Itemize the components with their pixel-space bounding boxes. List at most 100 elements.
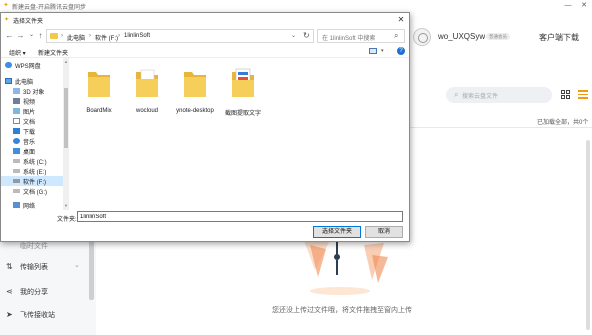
scroll-up-icon[interactable]: ▲ bbox=[63, 59, 69, 64]
folder-name: 截图提取文字 bbox=[224, 111, 261, 117]
avatar[interactable] bbox=[413, 28, 431, 46]
address-bar[interactable]: › 此电脑 › 软件 (F:) › 1linlinSoft ⌄ ↻ bbox=[46, 29, 314, 43]
chevron-down-icon[interactable]: ▾ bbox=[381, 48, 384, 54]
client-download-link[interactable]: 客户端下载 bbox=[539, 32, 579, 43]
transfer-icon: ⇅ bbox=[6, 262, 13, 271]
chevron-down-icon[interactable]: ⌄ bbox=[74, 261, 80, 269]
tree-item-desktop[interactable]: 桌面 bbox=[13, 146, 63, 156]
help-icon[interactable]: ? bbox=[397, 47, 405, 55]
forward-arrow-icon[interactable]: → bbox=[16, 31, 25, 40]
folder-item-screenshot-ocr[interactable]: 截图提取文字 bbox=[217, 64, 269, 124]
navigation-pane-scrollbar[interactable]: ▲ ▼ bbox=[63, 58, 69, 210]
folder-icon bbox=[136, 69, 158, 97]
up-arrow-icon[interactable]: ↑ bbox=[36, 31, 45, 40]
folder-item-ynote-desktop[interactable]: ynote-desktop bbox=[169, 64, 221, 124]
dialog-titlebar[interactable]: ✦ 选择文件夹 ✕ bbox=[1, 13, 409, 27]
scroll-thumb[interactable] bbox=[64, 88, 68, 148]
recent-locations-icon[interactable]: ⌄ bbox=[27, 31, 36, 40]
share-icon: ⋖ bbox=[6, 287, 13, 296]
folder-icon bbox=[50, 33, 58, 39]
search-input[interactable]: ⌕ 搜索云盘文件 bbox=[446, 87, 552, 103]
search-placeholder: 在 1linlinSoft 中搜索 bbox=[322, 36, 376, 42]
app-titlebar: ✦ 新建云盘-开启腾讯云盘同步 — ✕ bbox=[0, 0, 592, 12]
video-icon bbox=[13, 98, 20, 104]
sidebar-item-label: 传输列表 bbox=[20, 264, 48, 271]
search-icon: ⌕ bbox=[394, 31, 399, 40]
dialog-close-button[interactable]: ✕ bbox=[394, 14, 408, 26]
member-badge: 普通会员 bbox=[486, 33, 510, 40]
list-view-icon[interactable] bbox=[578, 90, 588, 99]
refresh-icon[interactable]: ↻ bbox=[303, 31, 310, 40]
desktop-icon bbox=[13, 148, 20, 154]
tree-item-video[interactable]: 视频 bbox=[13, 96, 63, 106]
tree-item-drive-c[interactable]: 系统 (C:) bbox=[13, 156, 63, 166]
command-bar: 组织 ▾ 新建文件夹 ▾ ? bbox=[1, 45, 409, 58]
grid-view-icon[interactable] bbox=[561, 90, 570, 99]
document-icon bbox=[13, 118, 20, 124]
tree-item-downloads[interactable]: 下载 bbox=[13, 126, 63, 136]
tree-item-this-pc[interactable]: 此电脑 bbox=[5, 76, 63, 86]
folder-icon bbox=[184, 72, 206, 97]
app-logo-icon: ✦ bbox=[3, 2, 9, 9]
organize-button[interactable]: 组织 ▾ bbox=[9, 48, 26, 57]
network-icon bbox=[13, 202, 20, 208]
back-arrow-icon[interactable]: ← bbox=[5, 31, 14, 40]
tree-item-network[interactable]: 网络 bbox=[13, 200, 63, 210]
folder-item-boardmix[interactable]: BoardMix bbox=[73, 64, 125, 124]
empty-hint: 您还没上传过文件哦，将文件拖拽至窗内上传 bbox=[272, 307, 412, 314]
folder-icon bbox=[232, 68, 254, 97]
loaded-status: 已加载全部，共0个 bbox=[537, 120, 589, 126]
folder-name-row: 文件夹: bbox=[1, 210, 409, 224]
app-logo-icon: ✦ bbox=[4, 17, 10, 23]
main-scrollbar[interactable] bbox=[586, 140, 590, 330]
folder-name: wocloud bbox=[135, 108, 158, 114]
navigation-pane: WPS网盘 此电脑 3D 对象 视频 图片 文档 下载 音乐 桌面 系统 (C:… bbox=[1, 58, 69, 210]
chevron-down-icon[interactable]: ⌄ bbox=[291, 32, 296, 39]
dialog-search-input[interactable]: 在 1linlinSoft 中搜索 ⌕ bbox=[317, 29, 405, 43]
music-icon bbox=[13, 138, 20, 144]
username[interactable]: wo_UXQSyw bbox=[438, 32, 485, 41]
breadcrumb-item[interactable]: 1linlinSoft bbox=[124, 33, 150, 39]
tree-item-pictures[interactable]: 图片 bbox=[13, 106, 63, 116]
tree-item-documents[interactable]: 文档 bbox=[13, 116, 63, 126]
breadcrumb-item[interactable]: 此电脑 bbox=[67, 33, 85, 42]
sidebar-item-label: 飞传接收站 bbox=[20, 312, 55, 319]
search-icon: ⌕ bbox=[454, 90, 459, 99]
tree-item-wps-cloud[interactable]: WPS网盘 bbox=[5, 60, 63, 70]
computer-icon bbox=[5, 78, 12, 84]
sidebar-scrollbar[interactable] bbox=[89, 240, 94, 300]
3d-icon bbox=[13, 88, 20, 94]
folder-item-wocloud[interactable]: wocloud bbox=[121, 64, 173, 124]
view-mode-icon[interactable] bbox=[369, 48, 377, 54]
breadcrumb-item[interactable]: 软件 (F:) bbox=[95, 33, 118, 42]
folder-name: ynote-desktop bbox=[176, 108, 214, 114]
tree-item-drive-f[interactable]: 软件 (F:) bbox=[1, 176, 63, 186]
receive-icon: ➤ bbox=[6, 310, 13, 319]
drive-icon bbox=[13, 169, 20, 173]
picture-icon bbox=[13, 108, 20, 114]
minimize-button[interactable]: — bbox=[560, 0, 576, 12]
select-folder-dialog: ✦ 选择文件夹 ✕ ← → ⌄ ↑ › 此电脑 › 软件 (F:) › 1lin… bbox=[0, 12, 410, 242]
dialog-title: 选择文件夹 bbox=[13, 19, 44, 25]
select-folder-button[interactable]: 选择文件夹 bbox=[313, 226, 361, 238]
close-button[interactable]: ✕ bbox=[576, 0, 592, 12]
drive-icon bbox=[13, 159, 20, 163]
tree-item-drive-g[interactable]: 文档 (G:) bbox=[13, 186, 63, 196]
app-title: 新建云盘-开启腾讯云盘同步 bbox=[12, 5, 86, 11]
folder-name-field[interactable] bbox=[77, 211, 403, 222]
cloud-icon bbox=[5, 62, 12, 68]
download-icon bbox=[13, 128, 20, 134]
drive-icon bbox=[13, 189, 20, 193]
scroll-down-icon[interactable]: ▼ bbox=[63, 203, 69, 208]
drive-icon bbox=[13, 179, 20, 183]
tree-item-music[interactable]: 音乐 bbox=[13, 136, 63, 146]
file-list: BoardMix wocloud ynote-desktop 截图提取文字 bbox=[71, 58, 409, 210]
folder-name: BoardMix bbox=[86, 108, 112, 114]
new-folder-button[interactable]: 新建文件夹 bbox=[38, 48, 68, 57]
cancel-button[interactable]: 取消 bbox=[365, 226, 403, 238]
tree-item-drive-e[interactable]: 系统 (E:) bbox=[13, 166, 63, 176]
navigation-bar: ← → ⌄ ↑ › 此电脑 › 软件 (F:) › 1linlinSoft ⌄ … bbox=[1, 27, 409, 45]
tree-item-3d[interactable]: 3D 对象 bbox=[13, 86, 63, 96]
sidebar-item-label: 临时文件 bbox=[20, 243, 48, 250]
search-placeholder: 搜索云盘文件 bbox=[462, 94, 499, 100]
